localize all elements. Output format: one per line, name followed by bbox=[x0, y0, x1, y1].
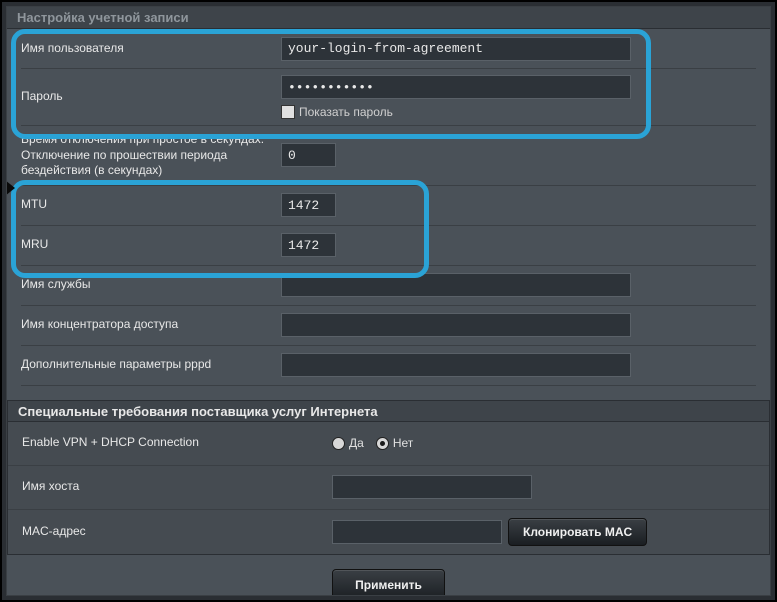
section-account-header: Настройка учетной записи bbox=[7, 7, 770, 29]
password-label: Пароль bbox=[21, 89, 281, 105]
mru-label: MRU bbox=[21, 237, 281, 253]
hostname-label: Имя хоста bbox=[22, 479, 332, 495]
apply-button[interactable]: Применить bbox=[332, 569, 445, 596]
username-input[interactable] bbox=[281, 37, 631, 61]
mac-input[interactable] bbox=[332, 520, 502, 544]
row-idle: Время отключения при простое в секундах:… bbox=[21, 126, 756, 186]
left-arrow-icon bbox=[6, 180, 15, 196]
mtu-label: MTU bbox=[21, 197, 281, 213]
row-mtu: MTU bbox=[21, 186, 756, 226]
row-username: Имя пользователя bbox=[21, 29, 756, 69]
radio-yes[interactable]: Да bbox=[332, 436, 364, 450]
show-password-label: Показать пароль bbox=[299, 105, 393, 119]
clone-mac-button[interactable]: Клонировать MAC bbox=[508, 518, 647, 546]
username-label: Имя пользователя bbox=[21, 41, 281, 57]
row-vpn: Enable VPN + DHCP Connection Да Нет bbox=[8, 422, 769, 466]
no-label: Нет bbox=[393, 436, 413, 450]
show-password-checkbox[interactable] bbox=[281, 105, 295, 119]
row-service: Имя службы bbox=[21, 266, 756, 306]
idle-input[interactable] bbox=[281, 143, 336, 167]
service-label: Имя службы bbox=[21, 277, 281, 293]
mac-label: MAC-адрес bbox=[22, 524, 332, 540]
mtu-input[interactable] bbox=[281, 193, 336, 217]
radio-no[interactable]: Нет bbox=[376, 436, 413, 450]
vpn-label: Enable VPN + DHCP Connection bbox=[22, 435, 332, 451]
service-input[interactable] bbox=[281, 273, 631, 297]
hostname-input[interactable] bbox=[332, 475, 532, 499]
pppd-input[interactable] bbox=[281, 353, 631, 377]
password-input[interactable] bbox=[281, 75, 631, 99]
row-mac: MAC-адрес Клонировать MAC bbox=[8, 510, 769, 554]
row-hostname: Имя хоста bbox=[8, 466, 769, 510]
row-password: Пароль Показать пароль bbox=[21, 69, 756, 126]
row-mru: MRU bbox=[21, 226, 756, 266]
row-concentrator: Имя концентратора доступа bbox=[21, 306, 756, 346]
concentrator-label: Имя концентратора доступа bbox=[21, 317, 281, 333]
idle-label: Время отключения при простое в секундах:… bbox=[21, 132, 281, 179]
concentrator-input[interactable] bbox=[281, 313, 631, 337]
section-isp-header: Специальные требования поставщика услуг … bbox=[7, 400, 770, 422]
row-pppd: Дополнительные параметры pppd bbox=[21, 346, 756, 386]
yes-label: Да bbox=[349, 436, 364, 450]
mru-input[interactable] bbox=[281, 233, 336, 257]
pppd-label: Дополнительные параметры pppd bbox=[21, 357, 281, 373]
